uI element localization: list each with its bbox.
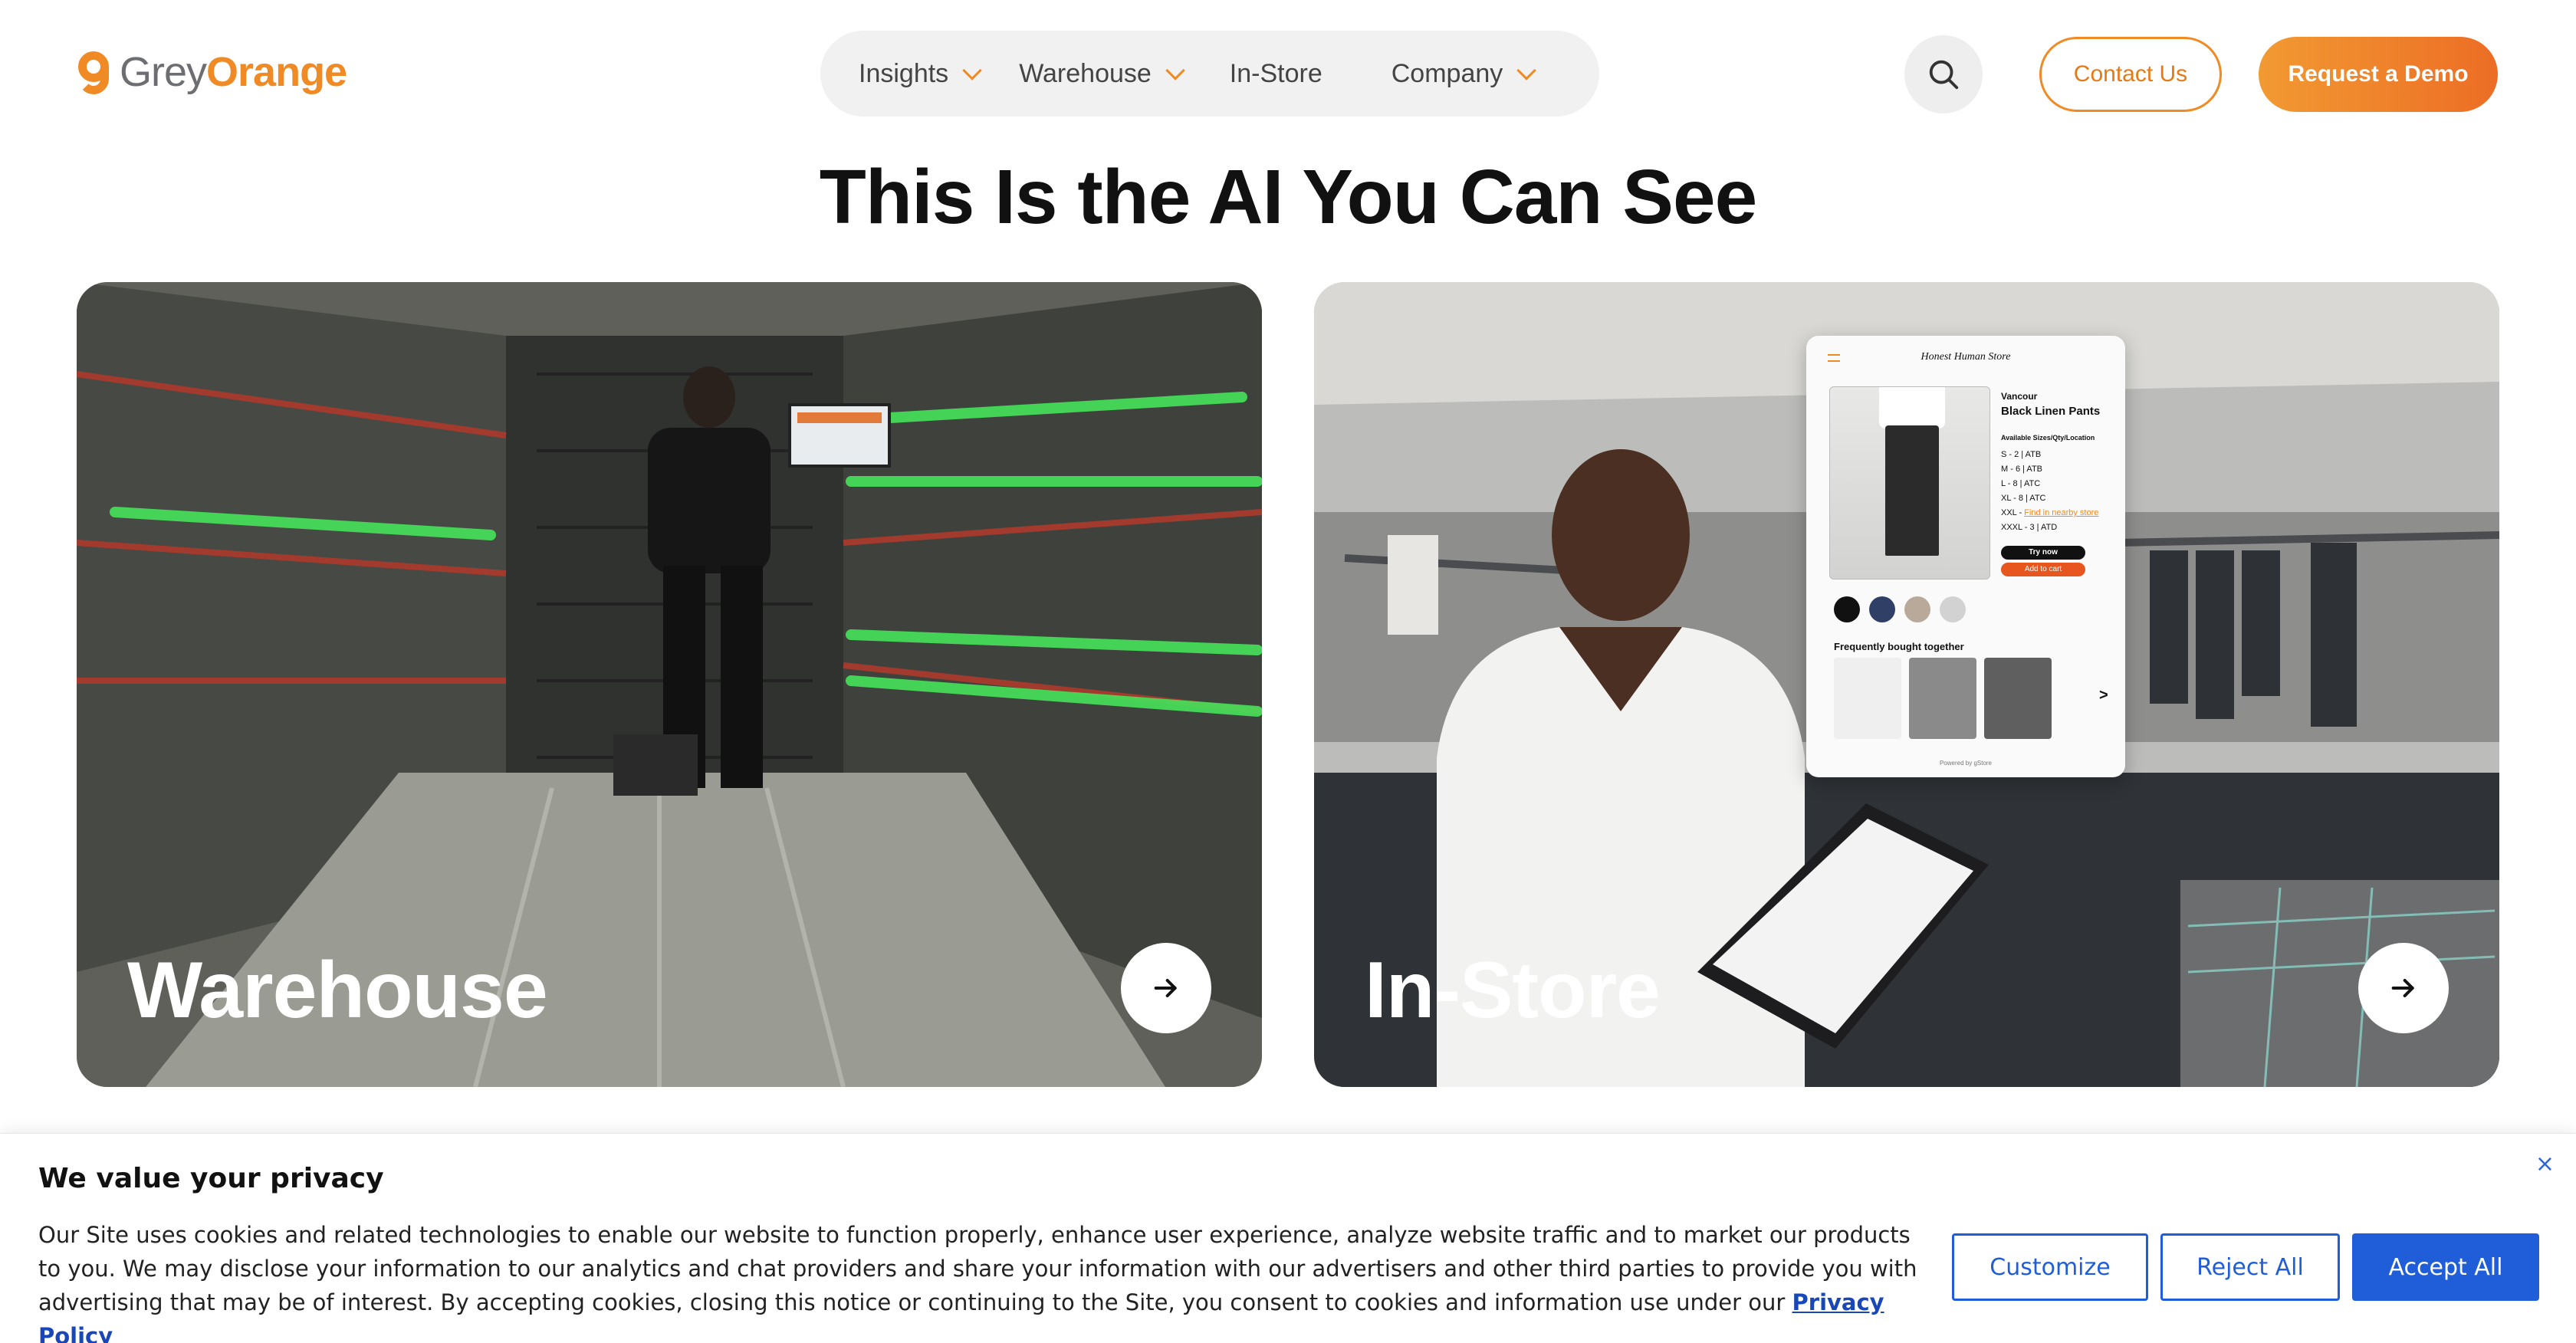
close-icon[interactable]: × <box>2535 1151 2555 1177</box>
product-brand: Vancour <box>2001 391 2038 402</box>
warehouse-card-title: Warehouse <box>127 946 548 1035</box>
warehouse-card[interactable]: Warehouse <box>77 282 1262 1087</box>
availability-label: Available Sizes/Qty/Location <box>2001 434 2095 442</box>
add-to-cart-button[interactable]: Add to cart <box>2001 563 2085 576</box>
size-row: XXL - Find in nearby store <box>2001 508 2099 517</box>
size-row: L - 8 | ATC <box>2001 479 2041 488</box>
request-demo-button[interactable]: Request a Demo <box>2259 37 2498 112</box>
logo-wordmark: GreyOrange <box>120 49 347 95</box>
page-title: This Is the AI You Can See <box>819 154 1757 240</box>
search-icon <box>1929 60 1959 90</box>
size-row: XXXL - 3 | ATD <box>2001 523 2058 532</box>
cookie-banner: We value your privacy × Our Site uses co… <box>0 1133 2576 1343</box>
in-store-card-arrow-button[interactable] <box>2358 943 2449 1033</box>
warehouse-card-arrow-button[interactable] <box>1121 943 1211 1033</box>
next-arrow[interactable]: > <box>2099 687 2108 704</box>
contact-us-button[interactable]: Contact Us <box>2039 37 2222 112</box>
related-product-thumb[interactable] <box>1834 658 1901 739</box>
color-swatches <box>1834 596 1966 622</box>
size-list: S - 2 | ATB M - 6 | ATB L - 8 | ATC XL -… <box>2001 448 2098 535</box>
nearby-store-link[interactable]: Find in nearby store <box>2024 508 2098 517</box>
arrow-right-icon <box>2391 979 2414 997</box>
try-now-button[interactable]: Try now <box>2001 546 2085 560</box>
nav-item-label: In-Store <box>1229 58 1322 88</box>
nav-item-label: Insights <box>859 58 949 88</box>
nav-item-insights[interactable]: Insights <box>859 58 982 89</box>
related-product-thumb[interactable] <box>1909 658 1976 739</box>
nav-item-company[interactable]: Company <box>1391 58 1536 89</box>
swatch[interactable] <box>1904 596 1930 622</box>
mockup-store-name: Honest Human Store <box>1921 351 2011 363</box>
chevron-down-icon <box>1165 61 1185 80</box>
nav-item-label: Company <box>1391 58 1503 88</box>
product-name: Black Linen Pants <box>2001 405 2101 418</box>
chevron-down-icon <box>962 61 982 80</box>
product-detail-mockup: Honest Human Store Vancour Black Linen P… <box>1806 336 2125 777</box>
cookie-title: We value your privacy <box>38 1163 384 1194</box>
swatch[interactable] <box>1940 596 1966 622</box>
accept-all-button[interactable]: Accept All <box>2352 1233 2539 1301</box>
cookie-description: Our Site uses cookies and related techno… <box>38 1218 1932 1343</box>
product-image <box>1829 386 1990 580</box>
related-products <box>1834 658 2052 739</box>
greyorange-logo[interactable]: GreyOrange <box>78 48 347 97</box>
search-button[interactable] <box>1904 35 1983 113</box>
chevron-down-icon <box>1516 61 1536 80</box>
arrow-right-icon <box>1154 979 1177 997</box>
in-store-card[interactable]: Honest Human Store Vancour Black Linen P… <box>1314 282 2499 1087</box>
main-nav: Insights Warehouse In-Store Company <box>820 31 1599 117</box>
frequently-bought-heading: Frequently bought together <box>1834 641 1964 652</box>
size-row: S - 2 | ATB <box>2001 450 2042 459</box>
swatch[interactable] <box>1869 596 1895 622</box>
in-store-card-title: In-Store <box>1365 946 1661 1035</box>
logo-g-icon <box>78 48 109 96</box>
size-row: XL - 8 | ATC <box>2001 494 2046 503</box>
swatch[interactable] <box>1834 596 1860 622</box>
customize-button[interactable]: Customize <box>1952 1233 2148 1301</box>
size-row: M - 6 | ATB <box>2001 465 2042 474</box>
related-product-thumb[interactable] <box>1984 658 2052 739</box>
nav-item-label: Warehouse <box>1019 58 1152 88</box>
powered-by-label: Powered by gStore <box>1939 760 1993 767</box>
reject-all-button[interactable]: Reject All <box>2160 1233 2340 1301</box>
nav-item-in-store[interactable]: In-Store <box>1230 59 1322 89</box>
nav-item-warehouse[interactable]: Warehouse <box>1019 58 1185 89</box>
